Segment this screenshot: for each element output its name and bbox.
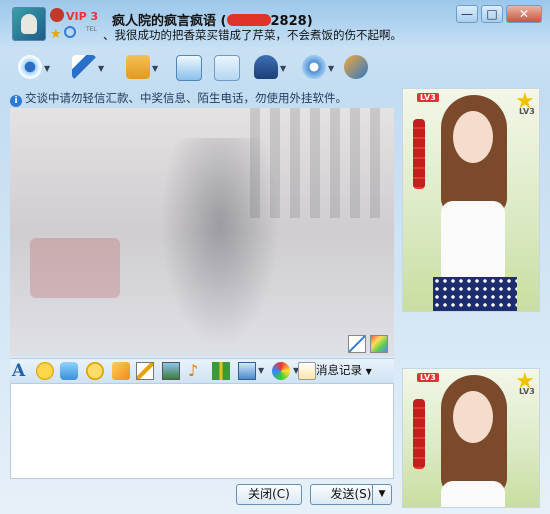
security-notice: i 交谈中请勿轻信汇款、中奖信息、陌生电话，勿使用外挂软件。 bbox=[10, 90, 398, 107]
personal-signature: 、我很成功的把香菜买错成了芹菜，不会煮饭的伤不起啊。 bbox=[103, 28, 402, 42]
vibrate-icon[interactable] bbox=[60, 362, 78, 380]
screen-capture-button[interactable] bbox=[172, 52, 206, 82]
add-app-icon bbox=[214, 55, 240, 81]
screenshot-dropdown-icon[interactable]: ▼ bbox=[258, 366, 264, 375]
more-apps-button[interactable] bbox=[340, 52, 374, 82]
webcam-dropdown-icon[interactable]: ▼ bbox=[44, 64, 50, 73]
chat-theme-icon[interactable] bbox=[370, 335, 388, 353]
file-transfer-dropdown-icon[interactable]: ▼ bbox=[152, 64, 158, 73]
remote-assistance-button[interactable]: ▼ bbox=[250, 52, 286, 82]
contact-show-face bbox=[453, 111, 493, 163]
file-transfer-icon bbox=[126, 55, 150, 79]
scribble-icon[interactable] bbox=[112, 362, 130, 380]
message-history-icon bbox=[298, 362, 316, 380]
message-display-area[interactable] bbox=[10, 108, 394, 356]
edit-icon[interactable] bbox=[136, 362, 154, 380]
send-options-dropdown-icon[interactable]: ▼ bbox=[372, 485, 391, 504]
emoticon-icon[interactable] bbox=[36, 362, 54, 380]
more-apps-icon bbox=[344, 55, 368, 79]
magic-face-icon[interactable] bbox=[86, 362, 104, 380]
contact-show-skirt bbox=[433, 277, 517, 311]
vip-label: VIP 3 bbox=[66, 10, 99, 23]
level-badge: LV3 bbox=[417, 373, 439, 382]
title-bar[interactable]: VIP 3 ★ TEL 疯人院的疯言疯语 (2828) 、我很成功的把香菜买错成… bbox=[0, 0, 550, 48]
my-show-face bbox=[453, 391, 493, 443]
webcam-button[interactable]: ▼ bbox=[14, 52, 50, 82]
lantern-icon bbox=[413, 399, 425, 469]
contact-show-shirt bbox=[441, 201, 505, 279]
level-text: LV3 bbox=[519, 387, 535, 396]
background-photo-chair bbox=[30, 238, 120, 298]
send-button[interactable]: 发送(S) ▼ bbox=[310, 484, 392, 505]
qq-number-redaction bbox=[226, 14, 271, 26]
remote-assistance-dropdown-icon[interactable]: ▼ bbox=[280, 64, 286, 73]
add-app-button[interactable] bbox=[210, 52, 244, 82]
microphone-icon bbox=[72, 55, 96, 79]
level-text: LV3 bbox=[519, 107, 535, 116]
settings-icon bbox=[302, 55, 326, 79]
theme-icon[interactable] bbox=[272, 362, 290, 380]
settings-dropdown-icon[interactable]: ▼ bbox=[328, 64, 334, 73]
screen-capture-icon bbox=[176, 55, 202, 81]
lantern-icon bbox=[413, 119, 425, 189]
close-button[interactable]: 关闭(C) bbox=[236, 484, 302, 505]
font-icon[interactable]: A bbox=[12, 362, 30, 380]
my-show-panel[interactable]: LV3 ★ LV3 bbox=[402, 368, 540, 508]
file-transfer-button[interactable]: ▼ bbox=[122, 52, 158, 82]
star-icon: ★ bbox=[50, 27, 62, 42]
background-photo-person bbox=[160, 138, 280, 348]
message-history-dropdown-icon[interactable]: ▼ bbox=[366, 367, 372, 376]
security-notice-text: 交谈中请勿轻信汇款、中奖信息、陌生电话，勿使用外挂软件。 bbox=[25, 91, 347, 105]
search-icon[interactable] bbox=[64, 26, 76, 38]
voice-button[interactable]: ▼ bbox=[68, 52, 104, 82]
format-toolbar: A ♪ ▼ ▼ 消息记录 ▼ bbox=[10, 358, 394, 383]
message-history-button[interactable]: 消息记录 ▼ bbox=[316, 362, 372, 378]
expand-icon[interactable] bbox=[348, 335, 366, 353]
vip-badge-icon bbox=[50, 8, 64, 22]
close-window-button[interactable]: ✕ bbox=[506, 5, 542, 23]
maximize-button[interactable]: □ bbox=[481, 5, 503, 23]
my-show-shirt bbox=[441, 481, 505, 507]
info-icon: i bbox=[10, 95, 22, 107]
gift-icon[interactable] bbox=[212, 362, 230, 380]
tel-label: TEL bbox=[86, 26, 97, 33]
message-history-label: 消息记录 bbox=[316, 363, 362, 377]
music-icon[interactable]: ♪ bbox=[188, 362, 206, 380]
image-icon[interactable] bbox=[162, 362, 180, 380]
contact-show-panel[interactable]: LV3 ★ LV3 bbox=[402, 88, 540, 312]
voice-dropdown-icon[interactable]: ▼ bbox=[98, 64, 104, 73]
webcam-icon bbox=[18, 55, 42, 79]
minimize-button[interactable]: — bbox=[456, 5, 478, 23]
chat-toolbar: ▼ ▼ ▼ ▼ ▼ bbox=[10, 52, 390, 84]
message-input[interactable] bbox=[10, 383, 394, 479]
remote-assistance-icon bbox=[254, 55, 278, 79]
chat-window: VIP 3 ★ TEL 疯人院的疯言疯语 (2828) 、我很成功的把香菜买错成… bbox=[0, 0, 550, 514]
contact-avatar[interactable] bbox=[12, 7, 46, 41]
send-label: 发送(S) bbox=[330, 487, 372, 501]
screenshot-icon[interactable] bbox=[238, 362, 256, 380]
settings-button[interactable]: ▼ bbox=[298, 52, 334, 82]
level-badge: LV3 bbox=[417, 93, 439, 102]
